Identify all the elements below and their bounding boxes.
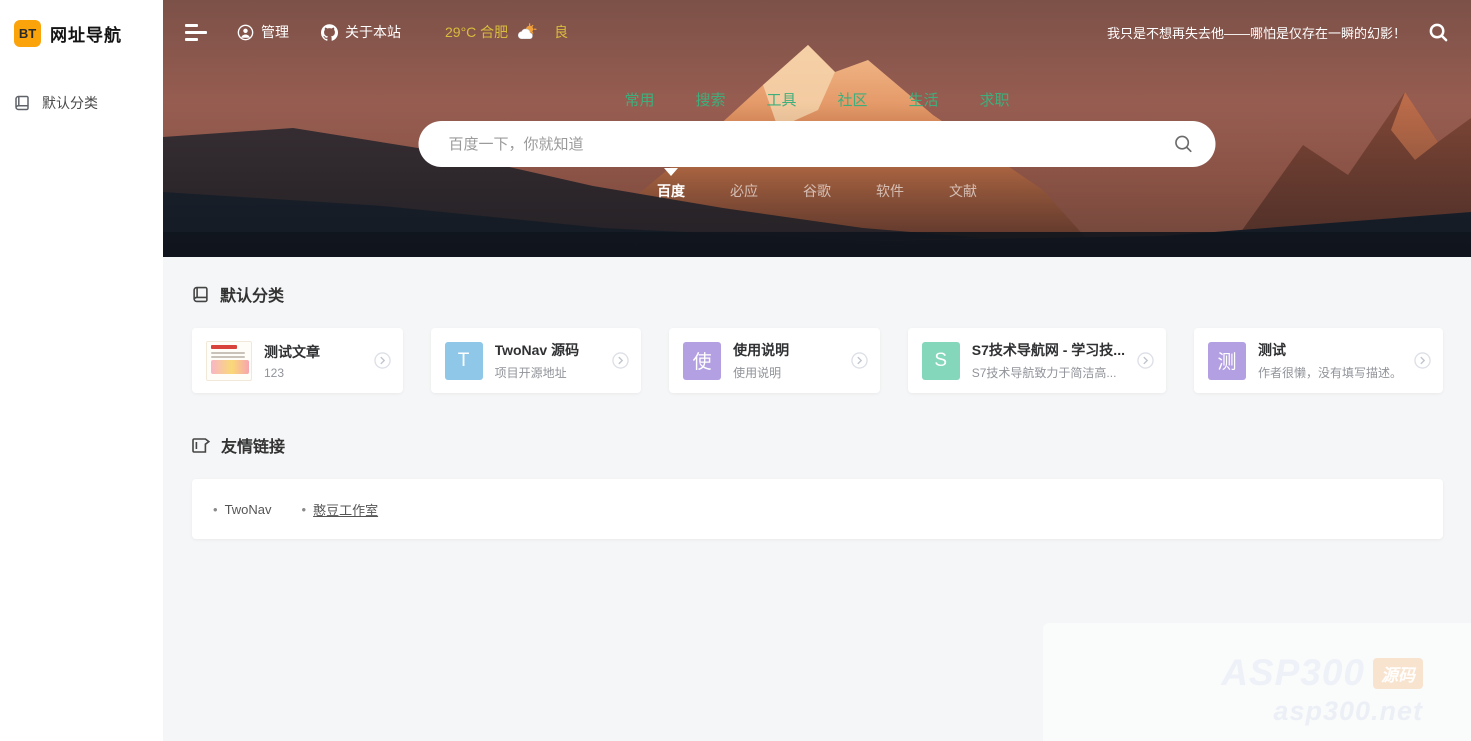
main-column: 管理 关于本站 29°C 合肥	[163, 0, 1471, 741]
card-title: TwoNav 源码	[495, 340, 601, 360]
site-card-twonav[interactable]: T TwoNav 源码 项目开源地址	[431, 328, 642, 393]
card-desc: 123	[264, 366, 362, 380]
top-navigation-bar: 管理 关于本站 29°C 合肥	[163, 0, 1471, 64]
hero-banner: 管理 关于本站 29°C 合肥	[163, 0, 1471, 257]
sun-behind-cloud-icon	[515, 23, 537, 41]
engine-tab-bing[interactable]: 必应	[730, 181, 758, 201]
book-icon	[192, 286, 209, 303]
chevron-right-circle-icon[interactable]	[851, 352, 868, 369]
card-desc: 使用说明	[733, 364, 839, 381]
card-desc: 作者很懒，没有填写描述。	[1258, 364, 1402, 381]
admin-link[interactable]: 管理	[237, 22, 289, 42]
article-thumbnail	[206, 341, 252, 381]
site-card-usage[interactable]: 使 使用说明 使用说明	[669, 328, 880, 393]
friend-link-twonav[interactable]: TwoNav	[213, 502, 272, 517]
engine-tab-google[interactable]: 谷歌	[803, 181, 831, 201]
logo-badge: BT	[14, 20, 41, 47]
app-root: BT 网址导航 默认分类	[0, 0, 1471, 741]
chevron-right-circle-icon[interactable]	[1137, 352, 1154, 369]
hitokoto-quote: 我只是不想再失去他——哪怕是仅存在一瞬的幻影！	[1107, 23, 1406, 42]
card-title: 测试	[1258, 340, 1402, 360]
search-engine-tabs: 百度 必应 谷歌 软件 文献	[163, 181, 1471, 201]
letter-avatar-icon: T	[445, 342, 483, 380]
card-title: 测试文章	[264, 342, 362, 362]
site-card-test[interactable]: 测 测试 作者很懒，没有填写描述。	[1194, 328, 1443, 393]
site-card-test-article[interactable]: 测试文章 123	[192, 328, 403, 393]
link-card-icon	[192, 438, 210, 453]
watermark-panel	[1043, 623, 1471, 741]
category-tab-shequ[interactable]: 社区	[838, 89, 868, 110]
letter-avatar-icon: S	[922, 342, 960, 380]
card-desc: 项目开源地址	[495, 364, 601, 381]
active-engine-caret-icon	[664, 168, 678, 176]
about-site-link[interactable]: 关于本站	[321, 22, 401, 42]
about-label: 关于本站	[345, 22, 401, 42]
topbar-search-icon[interactable]	[1428, 22, 1449, 43]
engine-tab-baidu[interactable]: 百度	[657, 181, 685, 201]
weather-widget: 29°C 合肥 良	[445, 22, 568, 42]
search-input[interactable]	[449, 136, 1174, 153]
search-bar	[419, 121, 1216, 167]
letter-avatar-icon: 测	[1208, 342, 1246, 380]
category-tabs: 常用 搜索 工具 社区 生活 求职	[624, 89, 1009, 110]
friend-links-card: TwoNav 憨豆工作室	[192, 479, 1443, 539]
section-title-friend-links: 友情链接	[192, 433, 1443, 457]
chevron-right-circle-icon[interactable]	[374, 352, 391, 369]
card-title: 使用说明	[733, 340, 839, 360]
category-tab-changyong[interactable]: 常用	[624, 89, 654, 110]
site-card-s7nav[interactable]: S S7技术导航网 - 学习技... S7技术导航致力于简洁高...	[908, 328, 1166, 393]
main-content: 默认分类 测试文章 123	[163, 257, 1471, 741]
site-logo[interactable]: BT 网址导航	[0, 0, 163, 65]
search-submit-icon[interactable]	[1174, 134, 1194, 154]
category-tab-qiuzhi[interactable]: 求职	[980, 89, 1010, 110]
card-title: S7技术导航网 - 学习技...	[972, 340, 1125, 360]
menu-toggle-icon[interactable]	[185, 24, 207, 41]
site-title: 网址导航	[50, 21, 122, 46]
weather-temp-city: 29°C 合肥	[445, 22, 508, 42]
category-tab-sousuo[interactable]: 搜索	[695, 89, 725, 110]
github-icon	[321, 24, 338, 41]
sidebar-item-default-category[interactable]: 默认分类	[0, 83, 163, 123]
chevron-right-circle-icon[interactable]	[612, 352, 629, 369]
admin-label: 管理	[261, 22, 289, 42]
sidebar: BT 网址导航 默认分类	[0, 0, 163, 741]
category-tab-gongju[interactable]: 工具	[766, 89, 796, 110]
user-circle-icon	[237, 24, 254, 41]
air-quality-badge: 良	[554, 22, 568, 42]
friend-link-handou-studio[interactable]: 憨豆工作室	[302, 500, 379, 519]
site-card-grid: 测试文章 123 T TwoNav 源码 项目开源地址	[192, 328, 1443, 393]
chevron-right-circle-icon[interactable]	[1414, 352, 1431, 369]
engine-tab-literature[interactable]: 文献	[949, 181, 977, 201]
section-title-default-category: 默认分类	[192, 282, 1443, 306]
card-desc: S7技术导航致力于简洁高...	[972, 364, 1125, 381]
sidebar-item-label: 默认分类	[42, 93, 98, 113]
book-icon	[14, 95, 30, 111]
letter-avatar-icon: 使	[683, 342, 721, 380]
engine-tab-software[interactable]: 软件	[876, 181, 904, 201]
category-tab-shenghuo[interactable]: 生活	[909, 89, 939, 110]
